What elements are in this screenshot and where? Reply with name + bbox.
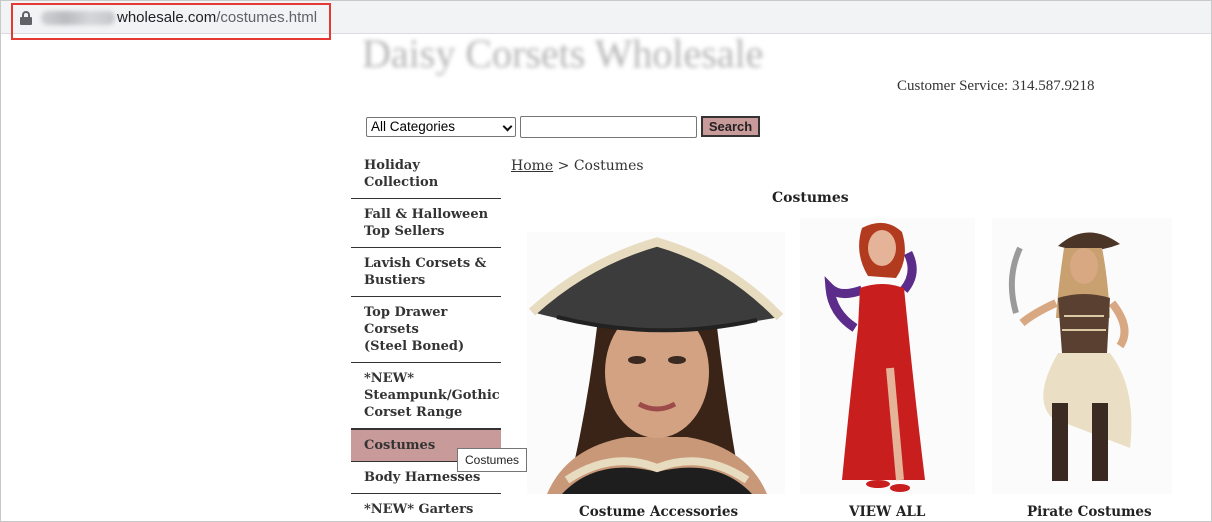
sidebar-item[interactable]: *NEW* Garters	[351, 494, 501, 522]
breadcrumb: Home > Costumes	[511, 158, 644, 174]
customer-service-phone: Customer Service: 314.587.9218	[897, 78, 1095, 94]
sidebar-item-label: Top Sellers	[364, 224, 445, 239]
url-highlight-box	[11, 3, 331, 40]
product-image-pirate-costumes[interactable]	[992, 218, 1172, 494]
sidebar-item-label: Fall & Halloween	[364, 207, 489, 222]
product-image-view-all[interactable]	[800, 218, 975, 494]
breadcrumb-home-link[interactable]: Home	[511, 158, 553, 174]
category-select[interactable]: All Categories	[366, 117, 516, 137]
sidebar-item-label: (Steel Boned)	[364, 339, 465, 354]
sidebar-item-label: Lavish Corsets &	[364, 256, 487, 271]
breadcrumb-current: Costumes	[573, 158, 644, 174]
search-button[interactable]: Search	[701, 116, 760, 137]
product-caption[interactable]: Pirate Costumes	[1027, 504, 1152, 520]
sidebar-item[interactable]: *NEW* Steampunk/Gothic Corset Range	[351, 363, 501, 429]
sidebar-item-label: *NEW* Garters	[364, 502, 474, 517]
product-caption[interactable]: VIEW ALL	[849, 504, 925, 520]
search-input[interactable]	[520, 116, 697, 138]
site-title[interactable]: Daisy Corsets Wholesale	[362, 30, 763, 77]
chevron-down-icon	[502, 121, 513, 132]
page-heading: Costumes	[772, 190, 849, 206]
sidebar-item[interactable]: Holiday Collection	[351, 150, 501, 199]
sidebar-item[interactable]: Top Drawer Corsets (Steel Boned)	[351, 297, 501, 363]
sidebar-item-label: Holiday Collection	[364, 158, 439, 190]
sidebar-item-label: Top Drawer Corsets	[364, 305, 448, 337]
sidebar-item[interactable]: Lavish Corsets & Bustiers	[351, 248, 501, 297]
sidebar-item-label: Bustiers	[364, 273, 426, 288]
sidebar-item-label: *NEW*	[364, 371, 414, 386]
product-image-costume-accessories[interactable]	[527, 232, 785, 494]
sidebar-item-label: Steampunk/Gothic	[364, 388, 500, 403]
breadcrumb-separator: >	[553, 158, 574, 174]
product-caption[interactable]: Costume Accessories	[579, 504, 738, 520]
sidebar-item-label: Corset Range	[364, 405, 463, 420]
sidebar-item[interactable]: Fall & Halloween Top Sellers	[351, 199, 501, 248]
tooltip: Costumes	[457, 448, 528, 472]
